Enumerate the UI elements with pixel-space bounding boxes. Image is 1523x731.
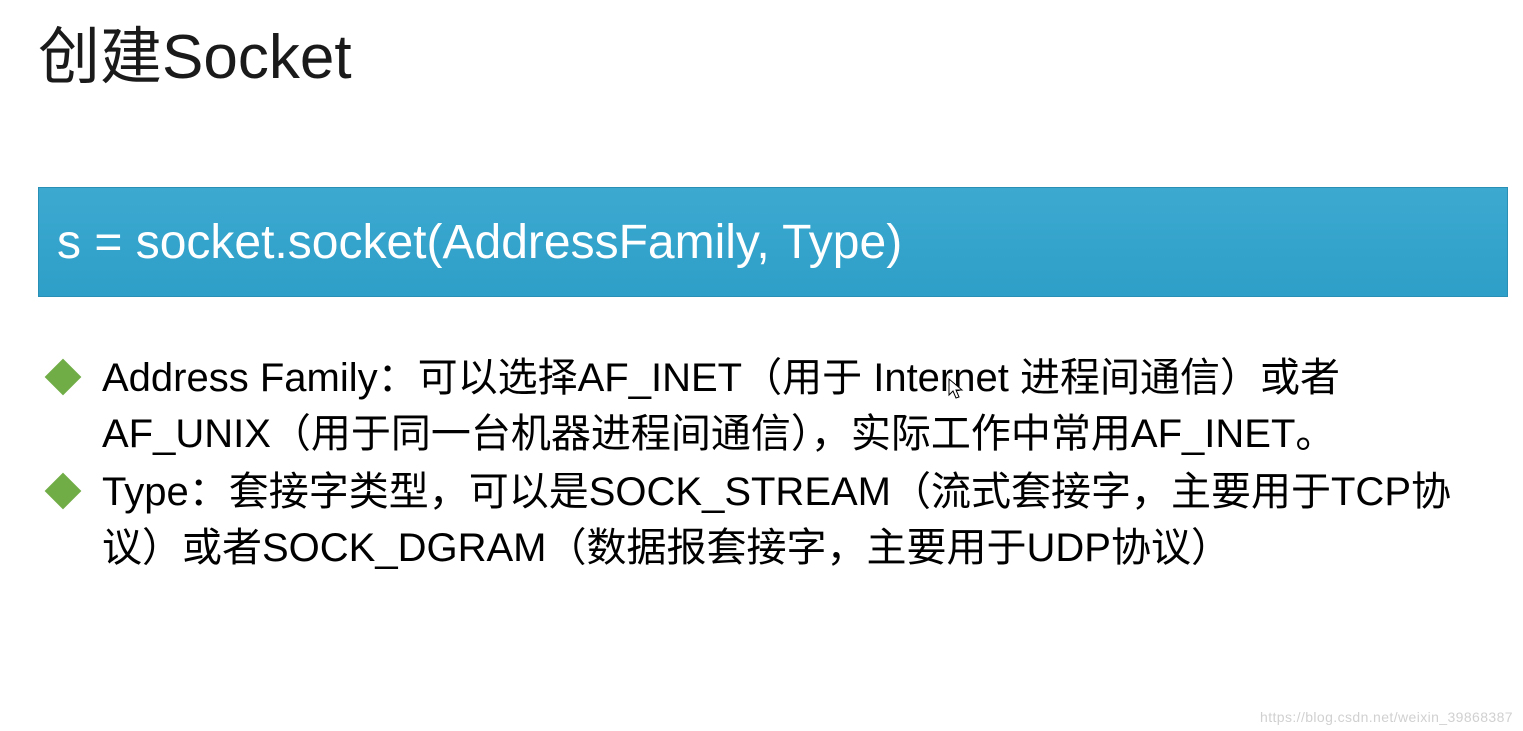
bullet-item: Address Family：可以选择AF_INET（用于 Internet 进… xyxy=(50,350,1493,462)
bullet-item: Type：套接字类型，可以是SOCK_STREAM（流式套接字，主要用于TCP协… xyxy=(50,464,1493,576)
diamond-bullet-icon xyxy=(45,359,82,396)
bullet-text: Type：套接字类型，可以是SOCK_STREAM（流式套接字，主要用于TCP协… xyxy=(102,470,1451,570)
slide-title: 创建Socket xyxy=(38,6,352,96)
code-example-bar: s = socket.socket(AddressFamily, Type) xyxy=(38,187,1508,297)
code-text: s = socket.socket(AddressFamily, Type) xyxy=(57,215,902,270)
diamond-bullet-icon xyxy=(45,473,82,510)
watermark-text: https://blog.csdn.net/weixin_39868387 xyxy=(1260,709,1513,725)
bullet-text: Address Family：可以选择AF_INET（用于 Internet 进… xyxy=(102,356,1340,456)
bullet-list: Address Family：可以选择AF_INET（用于 Internet 进… xyxy=(50,350,1493,578)
slide: 创建Socket s = socket.socket(AddressFamily… xyxy=(0,0,1523,731)
